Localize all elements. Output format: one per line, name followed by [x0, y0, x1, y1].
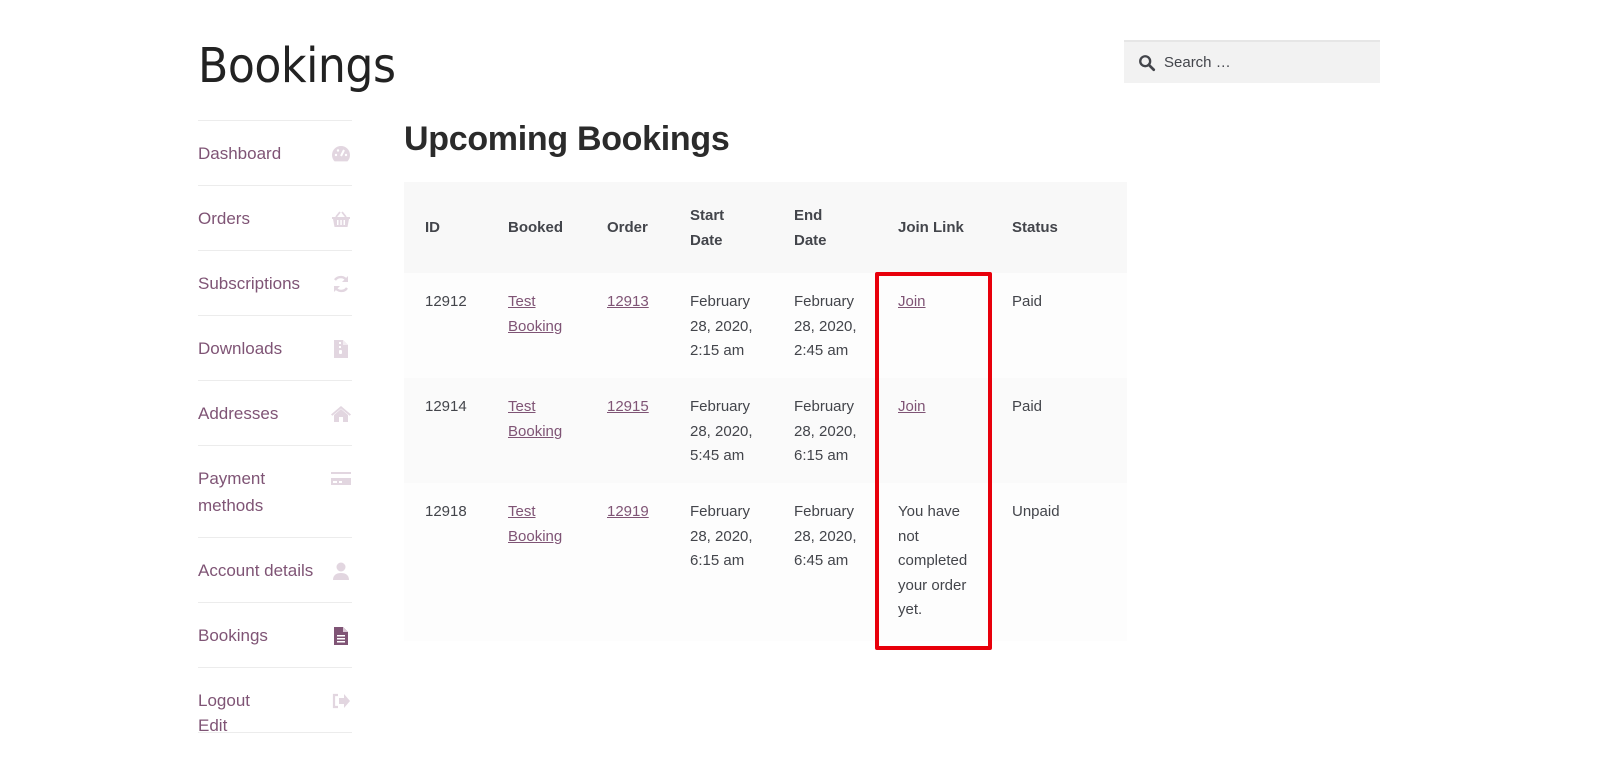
page-title: Bookings [198, 38, 396, 94]
dashboard-icon [330, 144, 352, 164]
sidebar-item-label: Account details [198, 561, 314, 580]
column-header-start-date: Start Date [690, 206, 725, 249]
status-text: Paid [1012, 293, 1043, 310]
join-link[interactable]: Join [898, 293, 926, 310]
order-link[interactable]: 12915 [607, 398, 649, 415]
start-date: February 28, 2020, 2:15 am [690, 293, 753, 359]
end-date: February 28, 2020, 6:15 am [794, 398, 857, 464]
home-icon [330, 404, 352, 424]
join-cell: Join [877, 273, 991, 378]
sidebar-item-label: Downloads [198, 339, 283, 358]
sidebar-item-addresses[interactable]: Addresses [198, 380, 352, 445]
sidebar-item-label: Logout [198, 691, 250, 710]
booked-cell: Test Booking [487, 378, 586, 483]
order-cell: 12919 [586, 483, 669, 641]
booking-id: 12914 [425, 398, 467, 415]
sidebar-item-orders[interactable]: Orders [198, 185, 352, 250]
sidebar-item-label: Payment methods [198, 469, 266, 515]
file-download-icon [330, 339, 352, 359]
sidebar-item-label: Orders [198, 209, 250, 228]
sidebar-item-label: Addresses [198, 404, 279, 423]
section-title: Upcoming Bookings [404, 120, 730, 158]
table-header-row: ID Booked Order Start Date End Date Join L… [404, 182, 1127, 273]
order-link[interactable]: 12919 [607, 503, 649, 520]
table-row: 12914 Test Booking 12915 February 28, 2020… [404, 378, 1127, 483]
booked-cell: Test Booking [487, 273, 586, 378]
order-cell: 12915 [586, 378, 669, 483]
sign-out-icon [330, 691, 352, 711]
end-date: February 28, 2020, 6:45 am [794, 503, 857, 569]
refresh-icon [330, 274, 352, 294]
sidebar-item-bookings[interactable]: Bookings [198, 602, 352, 667]
sidebar-item-downloads[interactable]: Downloads [198, 315, 352, 380]
sidebar-item-label: Bookings [198, 626, 268, 645]
column-header-join-link: Join Link [898, 219, 964, 236]
booked-link[interactable]: Test Booking [508, 398, 562, 440]
column-header-order: Order [607, 219, 648, 236]
sidebar-item-payment-methods[interactable]: Payment methods [198, 445, 352, 537]
column-header-status: Status [1012, 219, 1058, 236]
table-row: 12912 Test Booking 12913 February 28, 2020… [404, 273, 1127, 378]
bookings-table: ID Booked Order Start Date End Date Join L… [404, 182, 1127, 641]
column-header-end-date: End Date [794, 206, 827, 249]
start-date: February 28, 2020, 5:45 am [690, 398, 753, 464]
end-date: February 28, 2020, 2:45 am [794, 293, 857, 359]
booked-cell: Test Booking [487, 483, 586, 641]
edit-link[interactable]: Edit [198, 716, 227, 736]
sidebar-item-label: Dashboard [198, 144, 282, 163]
search-input[interactable] [1164, 42, 1374, 83]
booked-link[interactable]: Test Booking [508, 503, 562, 545]
booking-id: 12912 [425, 293, 467, 310]
booked-link[interactable]: Test Booking [508, 293, 562, 335]
booking-id: 12918 [425, 503, 467, 520]
search-icon[interactable] [1138, 54, 1156, 72]
credit-card-icon [330, 469, 352, 489]
column-header-booked: Booked [508, 219, 564, 236]
status-text: Paid [1012, 398, 1043, 415]
search-box[interactable] [1124, 40, 1380, 83]
user-icon [330, 561, 352, 581]
join-unavailable-message: You have not completed your order yet. [898, 503, 968, 618]
order-link[interactable]: 12913 [607, 293, 649, 310]
join-cell: Join [877, 378, 991, 483]
sidebar-item-account-details[interactable]: Account details [198, 537, 352, 602]
column-header-id: ID [425, 219, 440, 236]
start-date: February 28, 2020, 6:15 am [690, 503, 753, 569]
account-navigation: Dashboard Orders Subscriptions Downloads… [198, 120, 352, 733]
document-icon [330, 626, 352, 646]
basket-icon [330, 209, 352, 229]
join-link[interactable]: Join [898, 398, 926, 415]
sidebar-item-dashboard[interactable]: Dashboard [198, 120, 352, 185]
status-text: Unpaid [1012, 503, 1060, 520]
sidebar-item-label: Subscriptions [198, 274, 301, 293]
order-cell: 12913 [586, 273, 669, 378]
sidebar-item-subscriptions[interactable]: Subscriptions [198, 250, 352, 315]
table-row: 12918 Test Booking 12919 February 28, 2020… [404, 483, 1127, 641]
